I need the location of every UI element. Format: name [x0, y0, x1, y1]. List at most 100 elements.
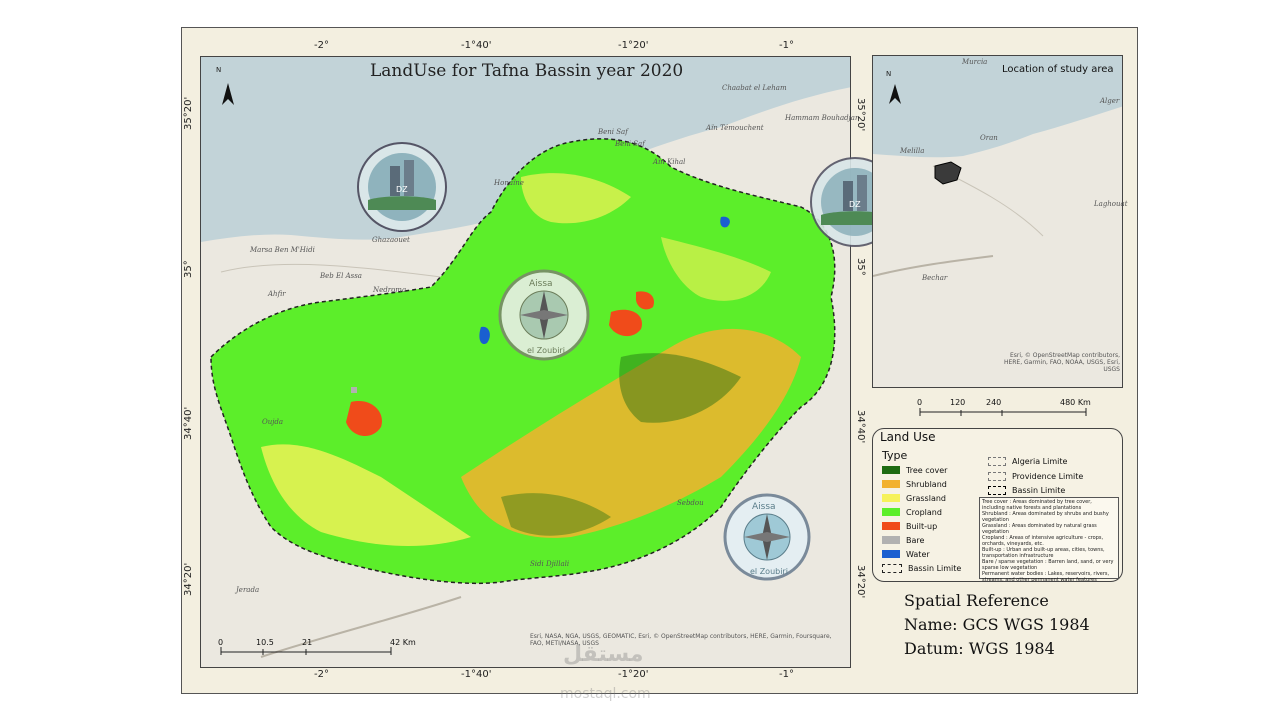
- watermark-logo: مستقل: [563, 642, 644, 667]
- swatch-algeria-limite: [988, 457, 1006, 466]
- tick-left: 35°20': [183, 96, 194, 130]
- tick-right: 34°40': [855, 410, 866, 444]
- tick-left: 34°40': [183, 406, 194, 440]
- location-place: Bechar: [922, 274, 948, 282]
- location-map: [872, 55, 1123, 388]
- city-badge-logo: DZ: [357, 142, 447, 232]
- place-label: Ahfir: [268, 290, 286, 298]
- place-label: Chaabat el Leham: [722, 84, 787, 92]
- swatch-bassin-limite: [882, 563, 902, 573]
- scale-label: 0: [218, 638, 224, 647]
- legend-item: Bassin Limite: [882, 563, 961, 573]
- badge-text: DZ: [849, 200, 861, 209]
- spatial-reference-title: Spatial Reference: [904, 591, 1049, 610]
- compass-text-top: Aissa: [529, 279, 553, 289]
- location-scale-bar: [919, 408, 1087, 416]
- place-label: Aïn Témouchent: [706, 124, 764, 132]
- desc-line: Permanent water bodies : Lakes, reservoi…: [982, 571, 1110, 583]
- spatial-reference-name: Name: GCS WGS 1984: [904, 615, 1090, 634]
- legend-item: Water: [882, 549, 930, 559]
- location-place: Murcia: [962, 58, 988, 66]
- swatch-bassin-limite-2: [988, 486, 1006, 495]
- desc-line: Cropland : Areas of intensive agricultur…: [982, 535, 1104, 547]
- tick-right: 34°20': [855, 565, 866, 599]
- swatch-built-up: [882, 522, 900, 530]
- tick-right: 35°: [855, 258, 866, 276]
- scale-label: 42 Km: [390, 638, 416, 647]
- place-label: Beb El Assa: [320, 272, 362, 280]
- legend-item: Grassland: [882, 493, 946, 503]
- place-label: Beni Saf: [615, 140, 645, 148]
- location-place: Laghouat: [1094, 200, 1128, 208]
- tick-top: -1°20': [618, 40, 649, 51]
- place-label: Beni Saf: [598, 128, 628, 136]
- map-title: LandUse for Tafna Bassin year 2020: [370, 61, 684, 81]
- place-label: Oujda: [262, 418, 284, 426]
- legend-item: Shrubland: [882, 479, 947, 489]
- location-scale-label: 240: [986, 398, 1002, 407]
- desc-line: Grassland : Areas dominated by natural g…: [982, 523, 1097, 535]
- place-label: Sebdou: [677, 499, 704, 507]
- location-title: Location of study area: [1002, 64, 1114, 75]
- swatch-tree-cover: [882, 466, 900, 474]
- legend-subtitle: Type: [882, 449, 908, 462]
- tick-top: -1°40': [461, 40, 492, 51]
- scale-label: 10.5: [256, 638, 274, 647]
- swatch-cropland: [882, 508, 900, 516]
- tick-bottom: -1°40': [461, 669, 492, 680]
- tick-bottom: -2°: [314, 669, 329, 680]
- location-map-canvas: [873, 56, 1122, 277]
- swatch-grassland: [882, 494, 900, 502]
- place-label: Sidi Djillali: [530, 560, 570, 568]
- place-label: Marsa Ben M'Hidi: [250, 246, 315, 254]
- legend-item: Bare: [882, 535, 924, 545]
- desc-line: Tree cover : Areas dominated by tree cov…: [982, 499, 1092, 511]
- place-label: Honaïne: [494, 179, 524, 187]
- land-use-descriptions: Tree cover : Areas dominated by tree cov…: [979, 497, 1119, 583]
- limit-item: Algeria Limite: [988, 457, 1067, 466]
- desc-line: Built-up : Urban and built-up areas, cit…: [982, 547, 1105, 559]
- compass-logo: Aissa el Zoubiri: [498, 269, 590, 361]
- compass-text-top: Aissa: [752, 502, 776, 512]
- scale-label: 21: [302, 638, 313, 647]
- desc-line: Bare / sparse vegetation : Barren land, …: [982, 559, 1114, 571]
- location-place: Alger: [1100, 97, 1120, 105]
- place-label: Aïn Kihal: [653, 158, 686, 166]
- limit-item: Providence Limite: [988, 472, 1083, 481]
- tick-left: 35°: [183, 260, 194, 278]
- location-scale-label: 480 Km: [1060, 398, 1091, 407]
- location-scale-label: 0: [917, 398, 923, 407]
- location-credits: Esri, © OpenStreetMap contributors, HERE…: [1003, 352, 1120, 373]
- compass-logo-2: Aissa el Zoubiri: [723, 493, 811, 581]
- swatch-province-limite: [988, 472, 1006, 481]
- place-label: Hammam Bouhadjar: [785, 114, 859, 122]
- compass-text-bottom: el Zoubiri: [527, 346, 565, 355]
- spatial-reference-datum: Datum: WGS 1984: [904, 639, 1055, 658]
- tick-bottom: -1°: [779, 669, 794, 680]
- limit-item: Bassin Limite: [988, 486, 1065, 495]
- desc-line: Shrubland : Areas dominated by shrubs an…: [982, 511, 1109, 523]
- legend-item: Built-up: [882, 521, 937, 531]
- place-label: Nedroma: [373, 286, 407, 294]
- legend-item: Cropland: [882, 507, 942, 517]
- compass-text-bottom: el Zoubiri: [750, 567, 788, 576]
- north-label: N: [216, 66, 222, 74]
- tick-top: -1°: [779, 40, 794, 51]
- swatch-water: [882, 550, 900, 558]
- swatch-shrubland: [882, 480, 900, 488]
- location-place: Oran: [980, 134, 998, 142]
- location-scale-label: 120: [950, 398, 966, 407]
- legend-item: Tree cover: [882, 465, 947, 475]
- place-label: Ghazaouet: [372, 236, 410, 244]
- scale-bar: [220, 647, 392, 655]
- badge-text: DZ: [396, 185, 408, 194]
- tick-left: 34°20': [183, 562, 194, 596]
- place-label: Jerada: [236, 586, 260, 594]
- legend-title: Land Use: [880, 430, 936, 444]
- location-place: Melilla: [900, 147, 925, 155]
- swatch-bare: [882, 536, 900, 544]
- location-north-label: N: [886, 70, 892, 78]
- watermark-url: mostaql.com: [560, 686, 651, 702]
- tick-bottom: -1°20': [618, 669, 649, 680]
- tick-top: -2°: [314, 40, 329, 51]
